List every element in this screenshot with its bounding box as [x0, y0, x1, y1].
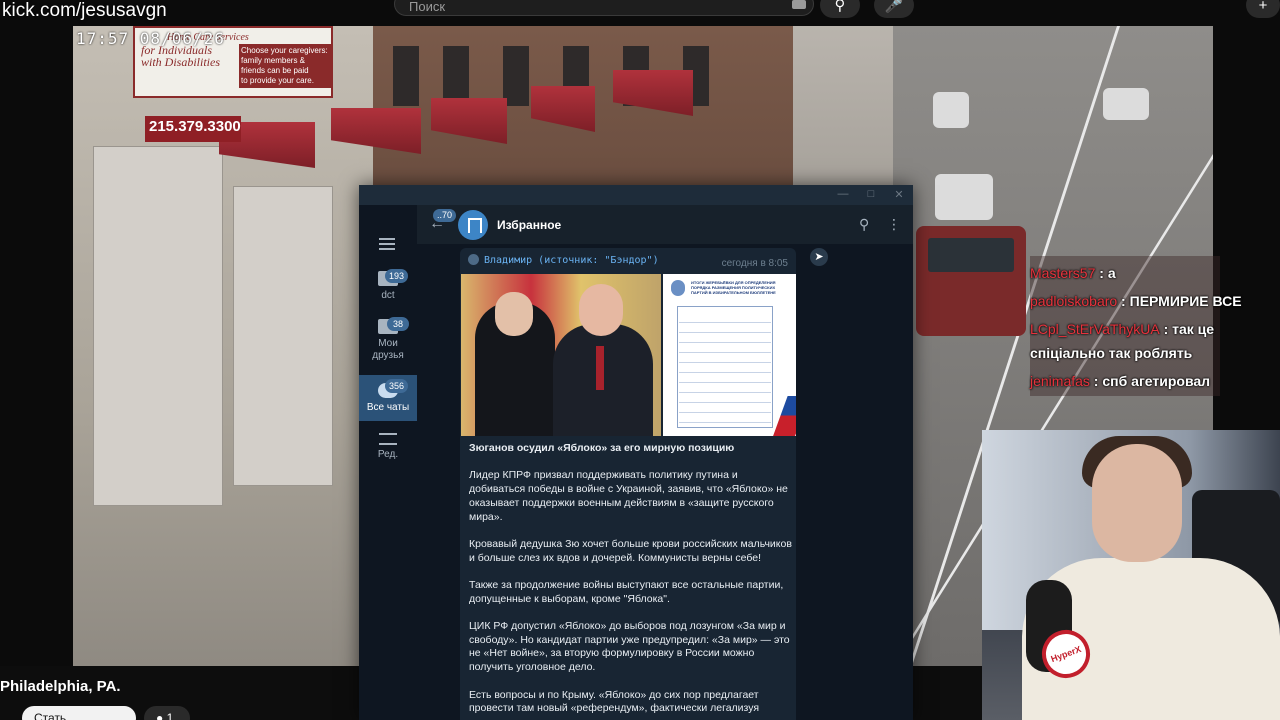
back-unread-badge: ..70 [433, 209, 457, 222]
phone-sign: 215.379.3300 [145, 116, 241, 142]
message-headline: Зюганов осудил «Яблоко» за его мирную по… [469, 442, 735, 454]
camera-timestamp: 17:57 08/06/26 [76, 29, 225, 48]
telegram-window: — □ ✕ 193 dct 38 Мои друзья 356 Все чаты [359, 185, 913, 720]
person-left-head [495, 292, 533, 336]
message-paragraph: Есть вопросы и по Крыму. «Яблоко» до сих… [469, 688, 760, 715]
stream-chat-overlay: Masters57 : а padloiskobaro : ПЕРМИРИЕ В… [1030, 256, 1280, 396]
sliders-icon [379, 433, 397, 445]
forwarded-from[interactable]: Владимир (источник: "Бэндор") [484, 255, 659, 266]
unread-badge: 38 [387, 317, 409, 331]
message-paragraph: Также за продолжение войны выступают все… [469, 578, 784, 605]
person-right-head [579, 284, 623, 336]
stream-screen: Поиск ⚲ 🎤 + Home Care Services for Indiv… [0, 0, 1280, 720]
folder-all-chats[interactable]: 356 Все чаты [359, 375, 417, 421]
folder-edit[interactable]: Ред. [359, 433, 417, 467]
user-icon: ● [156, 711, 164, 720]
viewers-count: 1 [166, 711, 174, 720]
chat-message: Masters57 : а [1030, 265, 1116, 281]
forward-share-button[interactable]: ➤ [810, 248, 828, 266]
message-paragraph: Кровавый дедушка Зю хочет больше крови р… [469, 537, 792, 564]
message-text: Зюганов осудил «Яблоко» за его мирную по… [469, 442, 793, 720]
create-button[interactable]: + [1246, 0, 1280, 18]
folder-dct[interactable]: 193 dct [359, 269, 417, 311]
stream-url: kick.com/jesusavgn [2, 0, 167, 21]
user-icon [468, 254, 479, 265]
tie [596, 346, 604, 390]
red-jeep [916, 226, 1026, 336]
viewers-button[interactable]: ● 1 [144, 706, 190, 720]
folders-sidebar: 193 dct 38 Мои друзья 356 Все чаты Ред. [359, 205, 417, 720]
search-icon: ⚲ [834, 0, 846, 14]
folder-label: Мои друзья [372, 338, 404, 361]
menu-icon[interactable] [379, 238, 395, 250]
folder-my-friends[interactable]: 38 Мои друзья [359, 317, 417, 369]
microphone-icon: 🎤 [884, 0, 904, 14]
photo-ballot-document[interactable]: ИТОГИ ЖЕРЕБЬЁВКИ ДЛЯ ОПРЕДЕЛЕНИЯ ПОРЯДКА… [663, 274, 796, 436]
streamer-face [1092, 444, 1182, 562]
close-icon[interactable]: ✕ [891, 188, 907, 201]
search-icon[interactable]: ⚲ [859, 216, 869, 233]
document-heading: ИТОГИ ЖЕРЕБЬЁВКИ ДЛЯ ОПРЕДЕЛЕНИЯ ПОРЯДКА… [691, 280, 776, 295]
maximize-icon[interactable]: □ [863, 188, 879, 200]
chat-header: ← ..70 Избранное ⚲ ⋮ [417, 205, 913, 245]
folder-label: Ред. [377, 449, 399, 460]
message-time: сегодня в 8:05 [721, 258, 788, 269]
minimize-icon[interactable]: — [835, 188, 851, 200]
message-paragraph: ЦИК РФ допустил «Яблоко» до выборов под … [469, 620, 790, 674]
ballot-table [677, 306, 773, 428]
chat-message: LCpl_StErVaThykUA : так це [1030, 321, 1215, 337]
more-vertical-icon[interactable]: ⋮ [887, 216, 901, 233]
folder-label: Все чаты [366, 402, 410, 413]
messages-area[interactable]: Владимир (источник: "Бэндор") сегодня в … [417, 245, 913, 720]
voice-search-button[interactable]: 🎤 [874, 0, 914, 18]
plus-icon: + [1258, 0, 1268, 14]
chat-title[interactable]: Избранное [497, 218, 561, 232]
folder-label: dct [381, 290, 395, 301]
stream-location: Philadelphia, PA. [0, 678, 121, 695]
window-titlebar[interactable]: — □ ✕ [359, 185, 913, 205]
chat-message-continued: спiцiально так роблять [1030, 345, 1193, 361]
saved-messages-avatar[interactable] [458, 210, 488, 240]
car [935, 174, 993, 220]
site-topbar: Поиск ⚲ 🎤 + [0, 0, 1280, 26]
sponsor-button[interactable]: Стать спонсором [22, 706, 136, 720]
flag-decoration [773, 376, 796, 436]
unread-badge: 356 [385, 379, 409, 393]
car [933, 92, 969, 128]
unread-badge: 193 [385, 269, 409, 283]
keyboard-icon[interactable] [792, 0, 806, 9]
chat-message: jenimafas : спб агетировал [1030, 373, 1211, 389]
share-arrow-icon: ➤ [814, 251, 824, 263]
photo-putin-zyuganov[interactable] [461, 274, 661, 436]
search-input[interactable]: Поиск [394, 0, 814, 16]
emblem-icon [671, 280, 685, 296]
chat-message: padloiskobaro : ПЕРМИРИЕ ВСЕ [1030, 293, 1242, 309]
streamer-webcam: HyperX [982, 430, 1280, 720]
message-paragraph: Лидер КПРФ призвал поддерживать политику… [469, 469, 788, 523]
search-button[interactable]: ⚲ [820, 0, 860, 18]
forwarded-message[interactable]: Владимир (источник: "Бэндор") сегодня в … [460, 248, 796, 720]
car [1103, 88, 1149, 120]
